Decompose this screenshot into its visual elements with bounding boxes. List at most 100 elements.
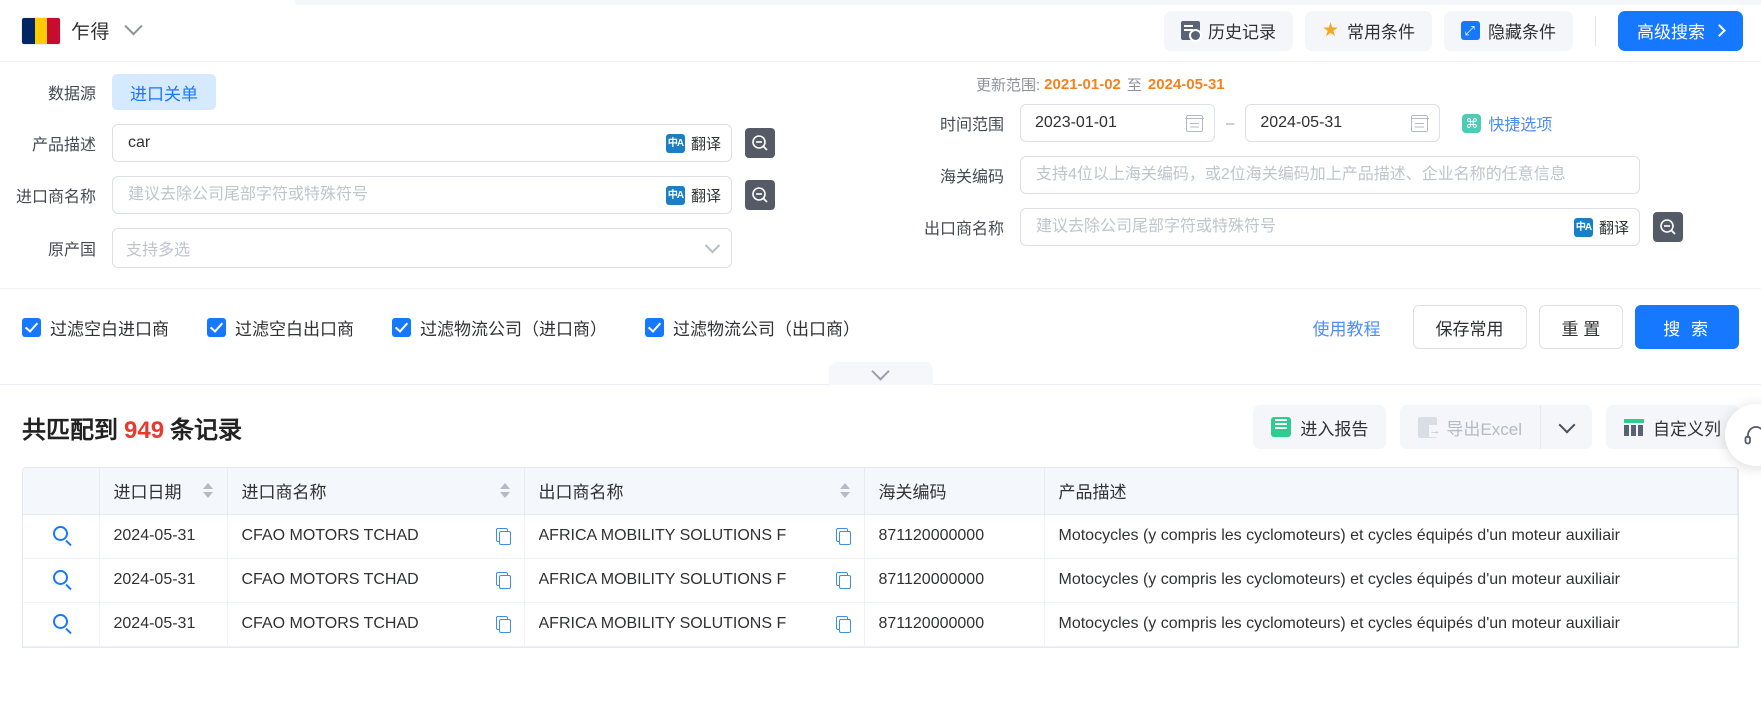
cell-exporter-text: AFRICA MOBILITY SOLUTIONS F (539, 571, 787, 589)
exporter-zoom-button[interactable] (1653, 212, 1683, 242)
magnifier-minus-icon (1659, 218, 1677, 236)
tab-strip-stub (295, 0, 1761, 5)
product-desc-row: 产品描述 中A 翻译 (0, 124, 860, 162)
col-header-product-label: 产品描述 (1059, 478, 1127, 503)
cell-importer-text: CFAO MOTORS TCHAD (242, 571, 419, 589)
cell-product: Motocycles (y compris les cyclomoteurs) … (1044, 514, 1738, 558)
exporter-input[interactable] (1034, 217, 1566, 237)
product-desc-translate-button[interactable]: 中A 翻译 (658, 133, 721, 154)
export-excel-dropdown[interactable] (1540, 405, 1592, 449)
hide-conditions-button[interactable]: 隐藏条件 (1444, 11, 1573, 51)
product-desc-field[interactable]: 中A 翻译 (112, 124, 732, 162)
col-header-date[interactable]: 进口日期 (99, 468, 227, 514)
cell-exporter-text: AFRICA MOBILITY SOLUTIONS F (539, 527, 787, 545)
cell-product: Motocycles (y compris les cyclomoteurs) … (1044, 558, 1738, 602)
magnifier-minus-icon (751, 186, 769, 204)
checkbox-icon[interactable] (392, 318, 411, 337)
panel-collapse-strip (0, 363, 1761, 385)
col-header-importer[interactable]: 进口商名称 (227, 468, 524, 514)
export-excel-button[interactable]: 导出Excel (1400, 405, 1540, 449)
translate-label-1: 翻译 (691, 133, 721, 154)
sort-toggle-importer[interactable] (500, 483, 510, 498)
date-start-field[interactable]: 2023-01-01 (1020, 104, 1215, 142)
col-header-exporter[interactable]: 出口商名称 (524, 468, 864, 514)
custom-columns-button[interactable]: 自定义列 (1606, 405, 1739, 449)
history-button[interactable]: 历史记录 (1164, 11, 1293, 51)
update-range-prefix: 更新范围: (976, 74, 1040, 95)
collapse-panel-button[interactable] (829, 362, 933, 385)
results-header: 共匹配到949条记录 进入报告 导出Excel 自定义列 (22, 405, 1739, 449)
checkbox-icon[interactable] (22, 318, 41, 337)
reset-button[interactable]: 重 置 (1539, 305, 1624, 349)
table-header-row: 进口日期 进口商名称 出口商名称 (23, 468, 1738, 514)
hs-code-field[interactable] (1020, 156, 1640, 194)
copy-icon[interactable] (496, 572, 510, 588)
table-row[interactable]: 2024-05-31 CFAO MOTORS TCHAD AFRICA MOBI… (23, 558, 1738, 602)
search-panel: 数据源 进口关单 产品描述 中A 翻译 (0, 62, 1761, 385)
importer-field[interactable]: 中A 翻译 (112, 176, 732, 214)
copy-icon[interactable] (496, 616, 510, 632)
col-header-importer-label: 进口商名称 (242, 478, 327, 503)
copy-icon[interactable] (496, 528, 510, 544)
row-detail-button[interactable] (23, 558, 99, 602)
sort-toggle-exporter[interactable] (840, 483, 850, 498)
importer-zoom-button[interactable] (745, 180, 775, 210)
checkbox-label: 过滤物流公司（进口商） (420, 315, 607, 340)
row-detail-button[interactable] (23, 602, 99, 646)
exporter-translate-button[interactable]: 中A 翻译 (1566, 217, 1629, 238)
results-section: 共匹配到949条记录 进入报告 导出Excel 自定义列 (0, 385, 1761, 648)
product-desc-label: 产品描述 (0, 131, 112, 155)
importer-input[interactable] (126, 185, 658, 205)
table-head: 进口日期 进口商名称 出口商名称 (23, 468, 1738, 514)
date-end-field[interactable]: 2024-05-31 (1245, 104, 1440, 142)
col-header-search (23, 468, 99, 514)
results-count-number: 949 (124, 417, 164, 444)
tutorial-link[interactable]: 使用教程 (1313, 315, 1381, 340)
enter-report-button[interactable]: 进入报告 (1253, 405, 1386, 449)
product-desc-zoom-button[interactable] (745, 128, 775, 158)
checkbox-filter-logistics-importer[interactable]: 过滤物流公司（进口商） (392, 315, 607, 340)
country-selector[interactable]: 乍得 (22, 17, 140, 44)
favorite-conditions-button[interactable]: ★ 常用条件 (1305, 11, 1432, 51)
enter-report-label: 进入报告 (1300, 415, 1368, 440)
checkbox-filter-logistics-exporter[interactable]: 过滤物流公司（出口商） (645, 315, 860, 340)
sort-toggle-date[interactable] (203, 483, 213, 498)
hs-code-input[interactable] (1034, 165, 1629, 185)
cell-date: 2024-05-31 (99, 602, 227, 646)
search-button[interactable]: 搜 索 (1635, 305, 1739, 349)
translate-icon: 中A (666, 186, 685, 205)
checkbox-filter-blank-exporter[interactable]: 过滤空白出口商 (207, 315, 354, 340)
checkbox-filter-blank-importer[interactable]: 过滤空白进口商 (22, 315, 169, 340)
origin-country-select[interactable]: 支持多选 (112, 228, 732, 268)
magnifier-icon (53, 614, 68, 629)
exporter-field[interactable]: 中A 翻译 (1020, 208, 1640, 246)
magnifier-icon (53, 570, 68, 585)
cell-date: 2024-05-31 (99, 558, 227, 602)
checkbox-label: 过滤物流公司（出口商） (673, 315, 860, 340)
results-table-wrapper: 进口日期 进口商名称 出口商名称 (22, 467, 1739, 648)
checkbox-icon[interactable] (207, 318, 226, 337)
headset-icon (1742, 421, 1761, 449)
copy-icon[interactable] (836, 572, 850, 588)
toolbar-divider (1595, 16, 1596, 46)
translate-icon: 中A (1574, 218, 1593, 237)
product-desc-input[interactable] (126, 133, 658, 153)
datasource-chip-import[interactable]: 进口关单 (112, 74, 216, 110)
quick-options-button[interactable]: ⌘ 快捷选项 (1462, 111, 1552, 135)
report-icon (1271, 417, 1291, 437)
table-row[interactable]: 2024-05-31 CFAO MOTORS TCHAD AFRICA MOBI… (23, 602, 1738, 646)
col-header-date-label: 进口日期 (114, 478, 182, 503)
cell-importer-text: CFAO MOTORS TCHAD (242, 615, 419, 633)
checkbox-icon[interactable] (645, 318, 664, 337)
trade-search-page: 乍得 历史记录 ★ 常用条件 隐藏条件 高级搜索 (0, 0, 1761, 717)
copy-icon[interactable] (836, 528, 850, 544)
copy-icon[interactable] (836, 616, 850, 632)
save-favorite-button[interactable]: 保存常用 (1413, 305, 1527, 349)
row-detail-button[interactable] (23, 514, 99, 558)
command-icon: ⌘ (1462, 114, 1481, 133)
top-actions: 历史记录 ★ 常用条件 隐藏条件 高级搜索 (1164, 11, 1743, 51)
update-range-note: 更新范围: 2021-01-02 至 2024-05-31 (870, 74, 1739, 95)
advanced-search-button[interactable]: 高级搜索 (1618, 11, 1743, 51)
importer-translate-button[interactable]: 中A 翻译 (658, 185, 721, 206)
table-row[interactable]: 2024-05-31 CFAO MOTORS TCHAD AFRICA MOBI… (23, 514, 1738, 558)
